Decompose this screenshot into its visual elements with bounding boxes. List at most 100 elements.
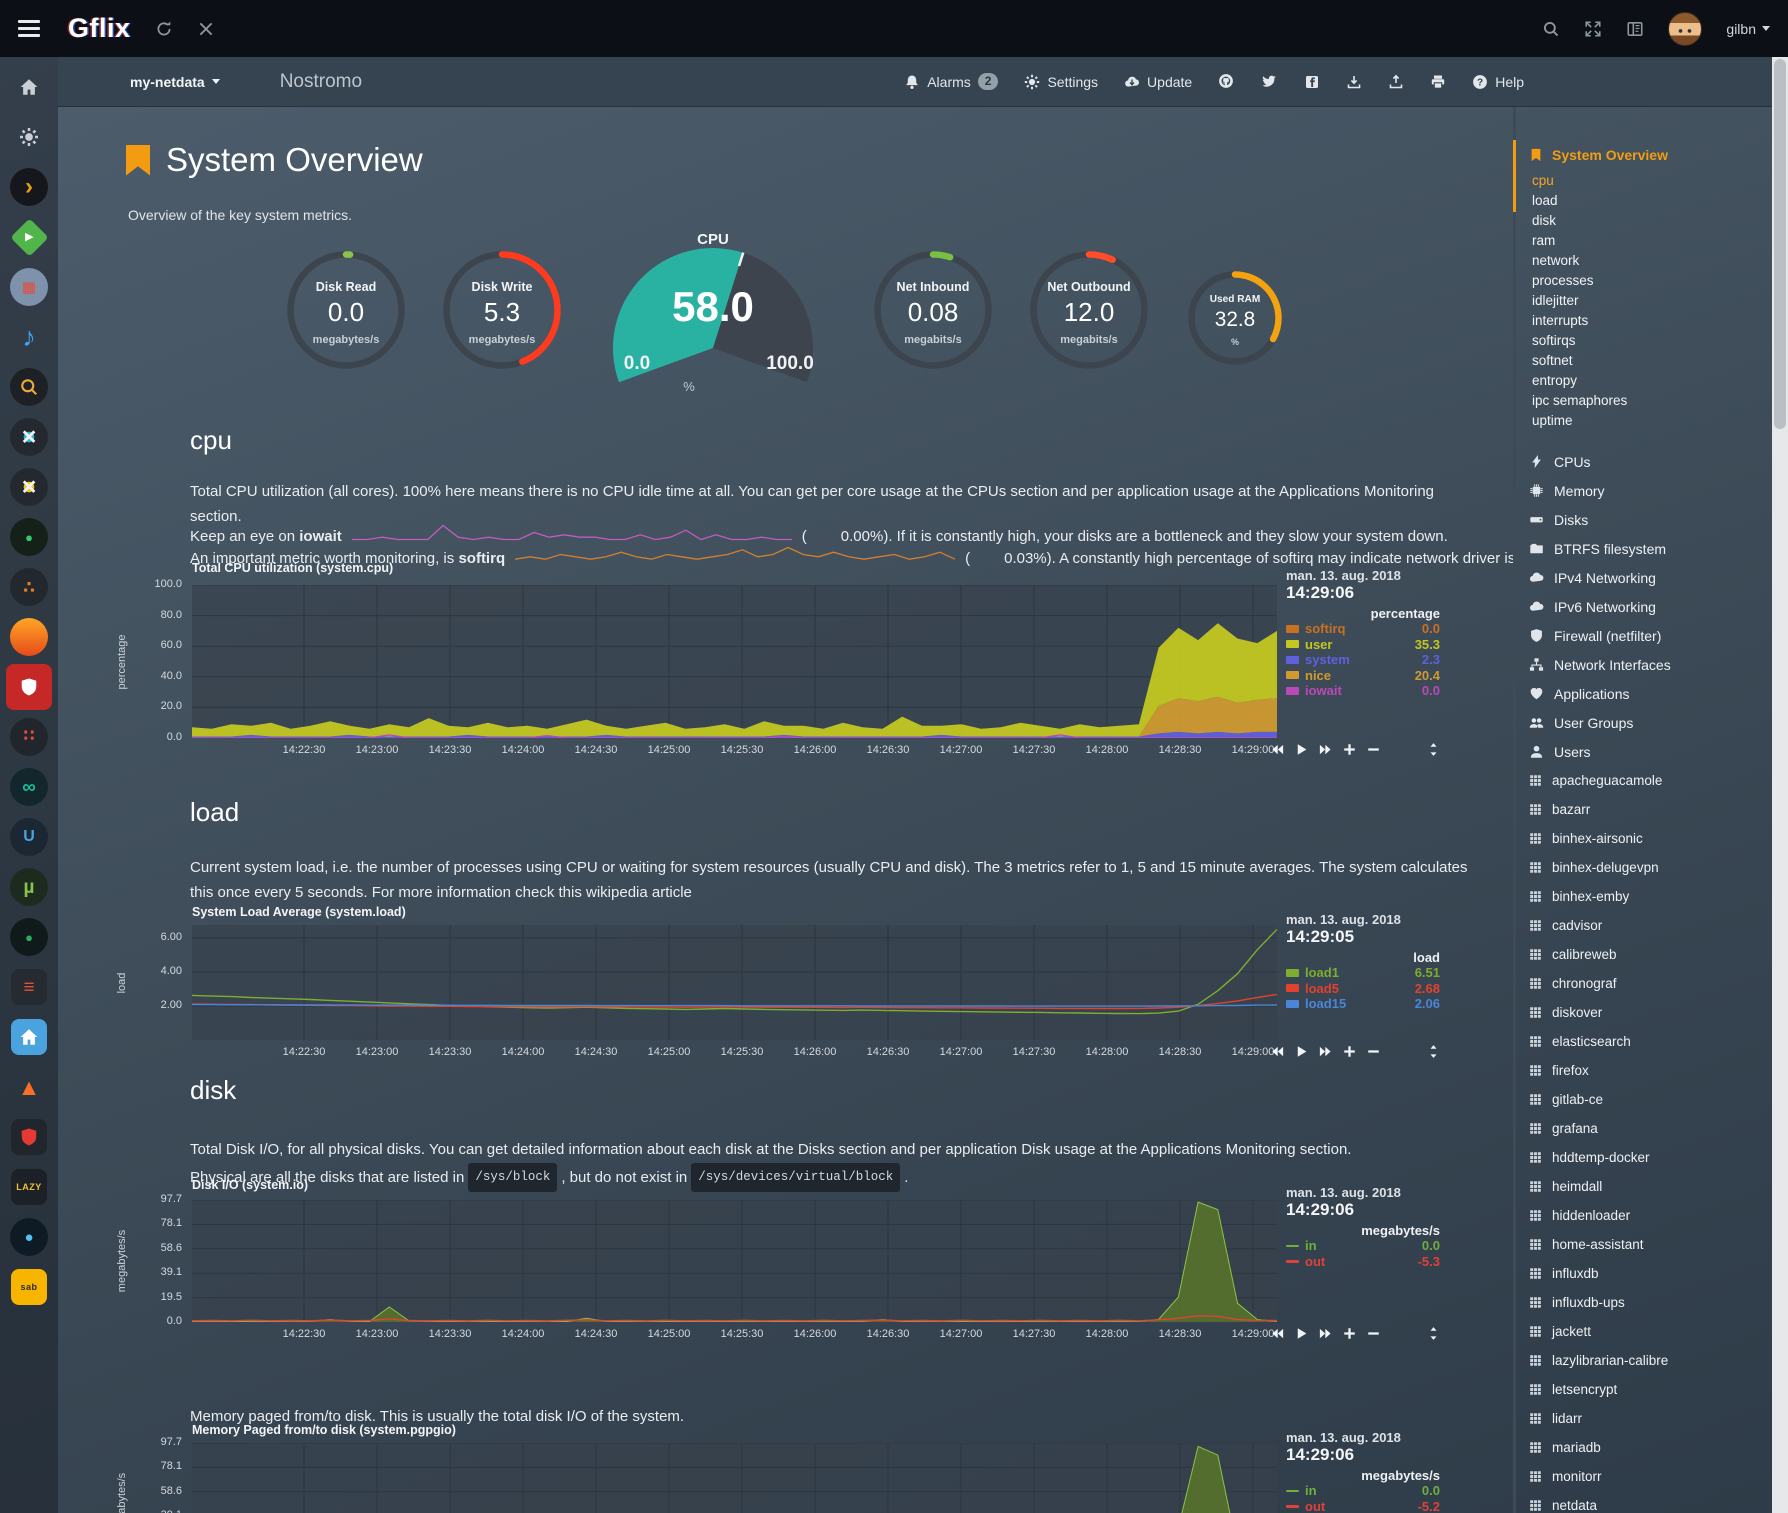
sidebar-item-monitorr[interactable]: monitorr [1529, 1462, 1772, 1491]
legend-row-iowait[interactable]: iowait0.0 [1286, 683, 1440, 699]
legend-row-in[interactable]: in0.0 [1286, 1238, 1440, 1254]
chart-plot-disk[interactable] [192, 1200, 1277, 1322]
panel-icon[interactable] [1626, 20, 1644, 38]
tautulli-flame-icon[interactable] [0, 614, 58, 660]
chart-zoom-out-button[interactable] [1366, 742, 1381, 757]
alarms-button[interactable]: Alarms 2 [904, 73, 998, 90]
chart-play-button[interactable] [1294, 1326, 1309, 1341]
sidebar-item-grafana[interactable]: grafana [1529, 1114, 1772, 1143]
gauge-net-inbound[interactable]: Net Inbound0.08megabits/s [873, 250, 993, 370]
shield-app-icon[interactable] [6, 664, 52, 710]
bookstack-icon[interactable]: ▦ [0, 264, 58, 310]
legend-row-out[interactable]: out-5.3 [1286, 1254, 1440, 1270]
chart-forward-button[interactable] [1318, 1044, 1333, 1059]
sidebar-item-lidarr[interactable]: lidarr [1529, 1404, 1772, 1433]
legend-row-load5[interactable]: load52.68 [1286, 981, 1440, 997]
sidebar-item-bazarr[interactable]: bazarr [1529, 795, 1772, 824]
chart-resize-handle[interactable] [1426, 742, 1441, 757]
chart-play-button[interactable] [1294, 742, 1309, 757]
chart-zoom-in-button[interactable] [1342, 1326, 1357, 1341]
sidebar-item-network-interfaces[interactable]: Network Interfaces [1529, 650, 1772, 679]
sidebar-item-network[interactable]: network [1532, 251, 1772, 271]
legend-row-out[interactable]: out-5.2 [1286, 1499, 1440, 1513]
gauge-cpu[interactable]: CPU58.00.0100.0% [603, 231, 823, 401]
sidebar-item-processes[interactable]: processes [1532, 271, 1772, 291]
sidebar-item-uptime[interactable]: uptime [1532, 411, 1772, 431]
heimdall-house-icon[interactable] [0, 1014, 58, 1060]
github-link[interactable] [1218, 73, 1235, 90]
update-button[interactable]: Update [1124, 74, 1192, 90]
chart-play-button[interactable] [1294, 1044, 1309, 1059]
sidebar-item-cpus[interactable]: CPUs [1529, 447, 1772, 476]
chart-rewind-button[interactable] [1270, 1326, 1285, 1341]
sidebar-item-ipv4-networking[interactable]: IPv4 Networking [1529, 563, 1772, 592]
radarr-reel-icon[interactable]: × [0, 464, 58, 510]
sidebar-item-heimdall[interactable]: heimdall [1529, 1172, 1772, 1201]
sidebar-item-btrfs-filesystem[interactable]: BTRFS filesystem [1529, 534, 1772, 563]
chart-plot-mem[interactable] [192, 1443, 1277, 1513]
help-button[interactable]: ? Help [1472, 74, 1524, 90]
gauge-used-ram[interactable]: Used RAM32.8% [1187, 270, 1283, 366]
network-dots-icon[interactable]: ∴ [0, 564, 58, 610]
sidebar-item-user-groups[interactable]: User Groups [1529, 708, 1772, 737]
gitlab-fox-icon[interactable]: ▲ [0, 1064, 58, 1110]
fullscreen-icon[interactable] [1584, 20, 1602, 38]
hamburger-menu-icon[interactable] [0, 20, 58, 37]
resize-updown-icon[interactable] [1426, 1044, 1441, 1059]
sidebar-item-influxdb-ups[interactable]: influxdb-ups [1529, 1288, 1772, 1317]
lazylibrarian-icon[interactable]: LAZY [0, 1164, 58, 1210]
sidebar-item-idlejitter[interactable]: idlejitter [1532, 291, 1772, 311]
home-icon[interactable] [0, 64, 58, 110]
sidebar-item-hddtemp-docker[interactable]: hddtemp-docker [1529, 1143, 1772, 1172]
jackett-search-icon[interactable] [0, 364, 58, 410]
sidebar-item-influxdb[interactable]: influxdb [1529, 1259, 1772, 1288]
sidebar-item-firewall-netfilter-[interactable]: Firewall (netfilter) [1529, 621, 1772, 650]
chart-zoom-in-button[interactable] [1342, 1044, 1357, 1059]
sidebar-item-ipv6-networking[interactable]: IPv6 Networking [1529, 592, 1772, 621]
gauge-disk-write[interactable]: Disk Write5.3megabytes/s [442, 250, 562, 370]
close-icon[interactable] [197, 20, 215, 38]
legend-row-in[interactable]: in0.0 [1286, 1483, 1440, 1499]
chart-zoom-in-button[interactable] [1342, 742, 1357, 757]
facebook-link[interactable] [1304, 74, 1320, 90]
scrollbar-thumb[interactable] [1774, 59, 1786, 429]
sidebar-item-letsencrypt[interactable]: letsencrypt [1529, 1375, 1772, 1404]
sidebar-item-cpu[interactable]: cpu [1532, 171, 1772, 191]
pihole-pills-icon[interactable]: ≡ [0, 964, 58, 1010]
sidebar-item-chronograf[interactable]: chronograf [1529, 969, 1772, 998]
chart-forward-button[interactable] [1318, 1326, 1333, 1341]
chart-zoom-out-button[interactable] [1366, 1044, 1381, 1059]
sidebar-item-load[interactable]: load [1532, 191, 1772, 211]
sidebar-item-binhex-emby[interactable]: binhex-emby [1529, 882, 1772, 911]
legend-row-system[interactable]: system2.3 [1286, 652, 1440, 668]
refresh-icon[interactable] [155, 20, 173, 38]
sidebar-item-binhex-airsonic[interactable]: binhex-airsonic [1529, 824, 1772, 853]
sidebar-item-entropy[interactable]: entropy [1532, 371, 1772, 391]
sidebar-item-netdata[interactable]: netdata [1529, 1491, 1772, 1513]
sonarr-reel-icon[interactable]: × [0, 414, 58, 460]
blue-u-icon[interactable]: U [0, 814, 58, 860]
sidebar-item-cadvisor[interactable]: cadvisor [1529, 911, 1772, 940]
sidebar-item-home-assistant[interactable]: home-assistant [1529, 1230, 1772, 1259]
legend-row-user[interactable]: user35.3 [1286, 637, 1440, 653]
sidebar-item-binhex-delugevpn[interactable]: binhex-delugevpn [1529, 853, 1772, 882]
gauge-net-outbound[interactable]: Net Outbound12.0megabits/s [1029, 250, 1149, 370]
avatar[interactable] [1668, 12, 1702, 46]
gauge-disk-read[interactable]: Disk Read0.0megabytes/s [286, 250, 406, 370]
scrollbar[interactable] [1772, 57, 1788, 1513]
emby-icon[interactable]: ▶ [0, 214, 58, 260]
utorrent-icon[interactable]: µ [0, 864, 58, 910]
lidarr-swirl-icon[interactable]: ● [0, 514, 58, 560]
sidebar-item-mariadb[interactable]: mariadb [1529, 1433, 1772, 1462]
sidebar-item-ram[interactable]: ram [1532, 231, 1772, 251]
sidebar-item-apacheguacamole[interactable]: apacheguacamole [1529, 766, 1772, 795]
sidebar-item-applications[interactable]: Applications [1529, 679, 1772, 708]
sidebar-item-ipc-semaphores[interactable]: ipc semaphores [1532, 391, 1772, 411]
sidebar-item-firefox[interactable]: firefox [1529, 1056, 1772, 1085]
sidebar-item-hiddenloader[interactable]: hiddenloader [1529, 1201, 1772, 1230]
import-button[interactable] [1388, 74, 1404, 90]
legend-row-softirq[interactable]: softirq0.0 [1286, 621, 1440, 637]
print-button[interactable] [1430, 74, 1446, 90]
resize-updown-icon[interactable] [1426, 742, 1441, 757]
legend-row-load15[interactable]: load152.06 [1286, 996, 1440, 1012]
